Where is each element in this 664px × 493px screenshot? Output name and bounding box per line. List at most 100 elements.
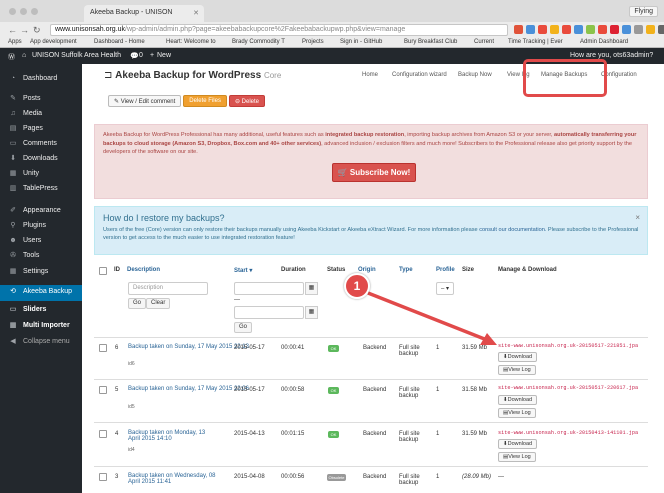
download-button[interactable]: ⬇Download xyxy=(498,352,538,362)
row-id: 3 xyxy=(115,474,119,480)
select-all-checkbox[interactable] xyxy=(99,267,107,275)
nav-backup-now[interactable]: Backup Now xyxy=(458,72,492,78)
sidebar-item-plugins[interactable]: ⚲ Plugins xyxy=(0,219,82,233)
row-type: Full site backup xyxy=(399,387,420,399)
col-duration: Duration xyxy=(281,267,306,273)
date-go-button[interactable]: Go xyxy=(234,322,253,333)
sidebar-item-settings[interactable]: ▦ Settings xyxy=(0,265,82,279)
sidebar-item-unity[interactable]: ▦ Unity xyxy=(0,167,82,181)
start-from-input[interactable] xyxy=(234,282,304,295)
backup-file-link[interactable]: site-www.unisonsah.org.uk-20150517-22061… xyxy=(498,385,638,391)
sidebar-item-multi-importer[interactable]: ▦ Multi Importer xyxy=(0,319,82,333)
calendar-icon[interactable]: ▦ xyxy=(305,306,318,319)
sidebar-item-media[interactable]: ♫ Media xyxy=(0,107,82,121)
sidebar-item-tools[interactable]: ✇ Tools xyxy=(0,249,82,263)
row-profile: 1 xyxy=(436,345,440,351)
bookmark-item[interactable]: Admin Dashboard xyxy=(580,39,628,45)
wordpress-logo-icon[interactable]: Ⓦ xyxy=(8,52,15,62)
howdy-link[interactable]: How are you, ots63admin? xyxy=(570,52,653,59)
sidebar-item-posts[interactable]: ✎ Posts xyxy=(0,92,82,106)
col-start[interactable]: Start ▾ xyxy=(234,267,252,274)
browser-tab[interactable]: Akeeba Backup - UNISON ✕ xyxy=(84,5,204,22)
col-origin[interactable]: Origin xyxy=(358,267,376,273)
row-profile: 1 xyxy=(436,474,440,480)
backup-file-link[interactable]: site-www.unisonsah.org.uk-20150517-22185… xyxy=(498,343,638,349)
sidebar-item-dashboard[interactable]: ◔ Dashboard xyxy=(0,72,82,86)
bookmark-item[interactable]: Heart: Welcome to xyxy=(166,39,216,45)
col-id[interactable]: ID xyxy=(114,267,120,273)
description-filter-input[interactable]: Description xyxy=(128,282,208,295)
site-name-link[interactable]: UNISON Suffolk Area Health xyxy=(32,52,121,59)
row-description-link[interactable]: Backup taken on Monday, 13 April 2015 14… xyxy=(128,430,218,442)
new-link[interactable]: New xyxy=(157,52,171,59)
row-checkbox[interactable] xyxy=(99,473,107,481)
row-description-link[interactable]: Backup taken on Sunday, 17 May 2015 22:1… xyxy=(128,344,249,350)
row-profile: 1 xyxy=(436,387,440,393)
bookmark-item[interactable]: Dashboard - Home xyxy=(94,39,145,45)
row-manage: — xyxy=(498,474,504,480)
col-description[interactable]: Description xyxy=(127,267,160,273)
row-origin: Backend xyxy=(363,387,387,393)
backup-file-link[interactable]: site-www.unisonsah.org.uk-20150413-14110… xyxy=(498,430,638,436)
sidebar-item-downloads[interactable]: ⬇ Downloads xyxy=(0,152,82,166)
view-log-button[interactable]: ▤View Log xyxy=(498,408,536,418)
sidebar-item-users[interactable]: ☻ Users xyxy=(0,234,82,248)
col-size: Size xyxy=(462,267,475,273)
bookmark-item[interactable]: Apps xyxy=(8,39,22,45)
nav-home[interactable]: Home xyxy=(362,72,378,78)
bookmark-item[interactable]: Current xyxy=(474,39,494,45)
comment-icon[interactable]: 💬 xyxy=(130,52,139,60)
new-icon[interactable]: + xyxy=(150,52,154,59)
row-checkbox[interactable] xyxy=(99,344,107,352)
bookmark-item[interactable]: Sign in - GitHub xyxy=(340,39,382,45)
address-bar[interactable]: www.unisonsah.org.uk/wp-admin/admin.php?… xyxy=(50,24,508,36)
subscribe-now-button[interactable]: 🛒 Subscribe Now! xyxy=(332,163,416,182)
download-button[interactable]: ⬇Download xyxy=(498,395,538,405)
col-profile[interactable]: Profile xyxy=(436,267,455,273)
col-type[interactable]: Type xyxy=(399,267,413,273)
nav-configuration-wizard[interactable]: Configuration wizard xyxy=(392,72,447,78)
view-edit-comment-button[interactable]: ✎ View / Edit comment xyxy=(108,95,182,107)
sidebar-item-sliders[interactable]: ▭ Sliders xyxy=(0,303,82,317)
view-log-button[interactable]: ▤View Log xyxy=(498,365,536,375)
col-status: Status xyxy=(327,267,346,273)
extension-icons[interactable] xyxy=(514,25,664,34)
view-log-button[interactable]: ▤View Log xyxy=(498,452,536,462)
bookmark-item[interactable]: App development xyxy=(30,39,77,45)
filter-clear-button[interactable]: Clear xyxy=(146,298,171,309)
bookmark-item[interactable]: Brady Commodity T xyxy=(232,39,285,45)
delete-button[interactable]: ⊖ Delete xyxy=(228,95,266,107)
sidebar-item-comments[interactable]: ▭ Comments xyxy=(0,137,82,151)
close-tab-icon[interactable]: ✕ xyxy=(193,9,199,17)
bookmark-item[interactable]: Bury Breakfast Club xyxy=(404,39,457,45)
sidebar-item-appearance[interactable]: ✐ Appearance xyxy=(0,204,82,218)
status-badge: OK xyxy=(328,431,339,438)
sidebar-item-akeeba-backup[interactable]: ⟲ Akeeba Backup xyxy=(0,285,82,301)
delete-files-button[interactable]: Delete Files xyxy=(183,95,227,107)
forward-icon[interactable]: → xyxy=(20,25,29,35)
sidebar-collapse-menu[interactable]: ◀ Collapse menu xyxy=(0,335,82,349)
profile-filter-select[interactable]: – ▾ xyxy=(436,282,454,295)
filter-go-button[interactable]: Go xyxy=(128,298,147,309)
row-checkbox[interactable] xyxy=(99,430,107,438)
bookmark-item[interactable]: Projects xyxy=(302,39,324,45)
profile-button[interactable]: Flying xyxy=(629,6,658,17)
status-badge: OK xyxy=(328,345,339,352)
callout-badge: 1 xyxy=(344,273,370,299)
info-text: Users of the free (Core) version can onl… xyxy=(103,227,639,241)
calendar-icon[interactable]: ▦ xyxy=(305,282,318,295)
bookmark-item[interactable]: Time Tracking | Ever xyxy=(508,39,563,45)
reload-icon[interactable]: ↻ xyxy=(33,25,41,36)
download-button[interactable]: ⬇Download xyxy=(498,439,538,449)
back-icon[interactable]: ← xyxy=(8,25,17,35)
documentation-link[interactable]: consult our documentation xyxy=(479,227,545,233)
row-description-link[interactable]: Backup taken on Wednesday, 08 April 2015… xyxy=(128,473,223,485)
sidebar-item-pages[interactable]: ▤ Pages xyxy=(0,122,82,136)
window-controls[interactable] xyxy=(9,8,38,15)
row-checkbox[interactable] xyxy=(99,386,107,394)
row-description-link[interactable]: Backup taken on Sunday, 17 May 2015 22:0… xyxy=(128,386,249,392)
close-icon[interactable]: × xyxy=(635,213,640,222)
sidebar-item-tablepress[interactable]: ▥ TablePress xyxy=(0,182,82,196)
row-divider xyxy=(94,466,648,467)
start-to-input[interactable] xyxy=(234,306,304,319)
